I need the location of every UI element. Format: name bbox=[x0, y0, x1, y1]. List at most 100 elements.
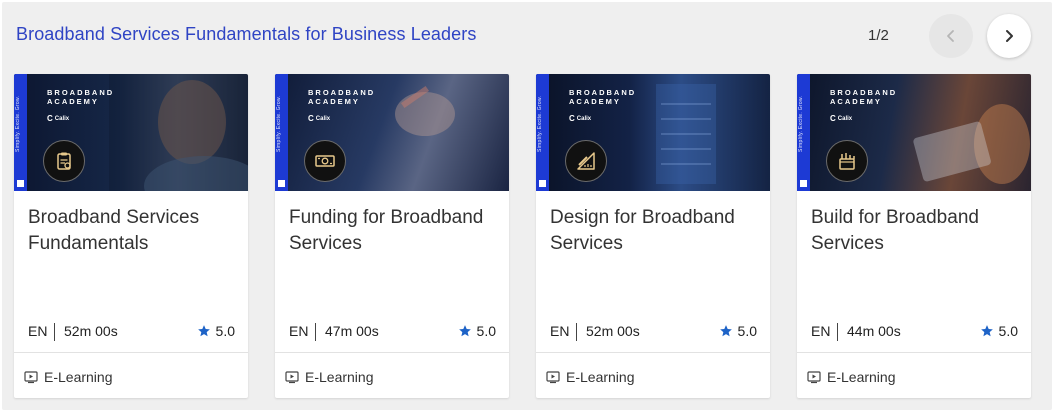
brand-name: Calix bbox=[837, 115, 853, 122]
strip-logo bbox=[800, 180, 807, 187]
rating-value: 5.0 bbox=[998, 323, 1018, 339]
rating-value: 5.0 bbox=[215, 323, 235, 339]
academy-logo: BROADBAND ACADEMY bbox=[47, 88, 114, 106]
course-type-label: E-Learning bbox=[827, 369, 896, 385]
chevron-left-icon bbox=[947, 30, 954, 42]
strip-logo bbox=[17, 180, 24, 187]
rating: 5.0 bbox=[719, 323, 757, 339]
duration-label: 44m 00s bbox=[847, 323, 901, 339]
strip-logo bbox=[539, 180, 546, 187]
card-divider bbox=[14, 352, 248, 353]
star-icon bbox=[719, 325, 732, 337]
course-title[interactable]: Build for Broadband Services bbox=[811, 205, 1021, 257]
duration-label: 47m 00s bbox=[325, 323, 379, 339]
brand-logo: C Calix bbox=[569, 114, 592, 123]
strip-text: Simplify. Excite. Grow. bbox=[15, 95, 21, 152]
star-icon bbox=[197, 325, 210, 337]
language-label: EN bbox=[289, 323, 309, 339]
design-ruler-icon bbox=[577, 152, 595, 170]
course-type-label: E-Learning bbox=[566, 369, 635, 385]
brand-strip: Simplify. Excite. Grow. bbox=[797, 74, 810, 191]
brand-logo: C Calix bbox=[308, 114, 331, 123]
course-thumbnail[interactable]: Simplify. Excite. Grow. BROADBAND ACADEM… bbox=[536, 74, 770, 191]
course-card[interactable]: Simplify. Excite. Grow. BROADBAND ACADEM… bbox=[14, 74, 248, 398]
duration-label: 52m 00s bbox=[64, 323, 118, 339]
course-type-label: E-Learning bbox=[44, 369, 113, 385]
page-indicator: 1/2 bbox=[868, 27, 889, 44]
brand-logo: C Calix bbox=[47, 114, 70, 123]
strip-text: Simplify. Excite. Grow. bbox=[798, 95, 804, 152]
money-icon bbox=[315, 155, 335, 167]
play-screen-icon bbox=[24, 371, 38, 384]
brand-name: Calix bbox=[576, 115, 592, 122]
topic-badge bbox=[826, 140, 868, 182]
chevron-right-icon bbox=[1006, 30, 1013, 42]
course-thumbnail[interactable]: Simplify. Excite. Grow. BROADBAND ACADEM… bbox=[797, 74, 1031, 191]
course-meta: EN 44m 00s 5.0 bbox=[811, 323, 1018, 341]
rating: 5.0 bbox=[980, 323, 1018, 339]
play-screen-icon bbox=[546, 371, 560, 384]
strip-logo bbox=[278, 180, 285, 187]
course-card[interactable]: Simplify. Excite. Grow. BROADBAND ACADEM… bbox=[275, 74, 509, 398]
academy-logo: BROADBAND ACADEMY bbox=[569, 88, 636, 106]
brand-strip: Simplify. Excite. Grow. bbox=[14, 74, 27, 191]
next-button[interactable] bbox=[987, 14, 1031, 58]
play-screen-icon bbox=[285, 371, 299, 384]
course-type: E-Learning bbox=[546, 369, 635, 385]
course-thumbnail[interactable]: Simplify. Excite. Grow. BROADBAND ACADEM… bbox=[275, 74, 509, 191]
language-label: EN bbox=[550, 323, 570, 339]
meta-separator bbox=[837, 323, 838, 341]
star-icon bbox=[458, 325, 471, 337]
academy-line1: BROADBAND bbox=[569, 88, 637, 97]
rating: 5.0 bbox=[458, 323, 496, 339]
course-card[interactable]: Simplify. Excite. Grow. BROADBAND ACADEM… bbox=[536, 74, 770, 398]
play-screen-icon bbox=[807, 371, 821, 384]
course-meta: EN 52m 00s 5.0 bbox=[550, 323, 757, 341]
meta-separator bbox=[54, 323, 55, 341]
academy-line1: BROADBAND bbox=[47, 88, 115, 97]
brand-strip: Simplify. Excite. Grow. bbox=[536, 74, 549, 191]
topic-badge bbox=[43, 140, 85, 182]
brand-logo: C Calix bbox=[830, 114, 853, 123]
academy-line1: BROADBAND bbox=[830, 88, 898, 97]
rating-value: 5.0 bbox=[737, 323, 757, 339]
topic-badge bbox=[565, 140, 607, 182]
card-divider bbox=[275, 352, 509, 353]
course-type: E-Learning bbox=[807, 369, 896, 385]
brand-name: Calix bbox=[315, 115, 331, 122]
academy-logo: BROADBAND ACADEMY bbox=[308, 88, 375, 106]
academy-line2: ACADEMY bbox=[308, 97, 360, 106]
meta-separator bbox=[576, 323, 577, 341]
academy-logo: BROADBAND ACADEMY bbox=[830, 88, 897, 106]
strip-text: Simplify. Excite. Grow. bbox=[537, 95, 543, 152]
build-tools-icon bbox=[839, 153, 855, 170]
course-type: E-Learning bbox=[24, 369, 113, 385]
language-label: EN bbox=[28, 323, 48, 339]
rating-value: 5.0 bbox=[476, 323, 496, 339]
academy-line2: ACADEMY bbox=[569, 97, 621, 106]
course-title[interactable]: Broadband Services Fundamentals bbox=[28, 205, 238, 257]
language-label: EN bbox=[811, 323, 831, 339]
academy-line1: BROADBAND bbox=[308, 88, 376, 97]
rating: 5.0 bbox=[197, 323, 235, 339]
card-divider bbox=[797, 352, 1031, 353]
course-meta: EN 52m 00s 5.0 bbox=[28, 323, 235, 341]
brand-name: Calix bbox=[54, 115, 70, 122]
course-card[interactable]: Simplify. Excite. Grow. BROADBAND ACADEM… bbox=[797, 74, 1031, 398]
academy-line2: ACADEMY bbox=[47, 97, 99, 106]
strip-text: Simplify. Excite. Grow. bbox=[276, 95, 282, 152]
course-thumbnail[interactable]: Simplify. Excite. Grow. BROADBAND ACADEM… bbox=[14, 74, 248, 191]
course-title[interactable]: Design for Broadband Services bbox=[550, 205, 760, 257]
card-divider bbox=[536, 352, 770, 353]
course-title[interactable]: Funding for Broadband Services bbox=[289, 205, 499, 257]
duration-label: 52m 00s bbox=[586, 323, 640, 339]
brand-strip: Simplify. Excite. Grow. bbox=[275, 74, 288, 191]
course-type-label: E-Learning bbox=[305, 369, 374, 385]
previous-button[interactable] bbox=[929, 14, 973, 58]
academy-line2: ACADEMY bbox=[830, 97, 882, 106]
meta-separator bbox=[315, 323, 316, 341]
course-type: E-Learning bbox=[285, 369, 374, 385]
clipboard-icon bbox=[57, 152, 71, 170]
section-title[interactable]: Broadband Services Fundamentals for Busi… bbox=[16, 24, 476, 45]
course-meta: EN 47m 00s 5.0 bbox=[289, 323, 496, 341]
